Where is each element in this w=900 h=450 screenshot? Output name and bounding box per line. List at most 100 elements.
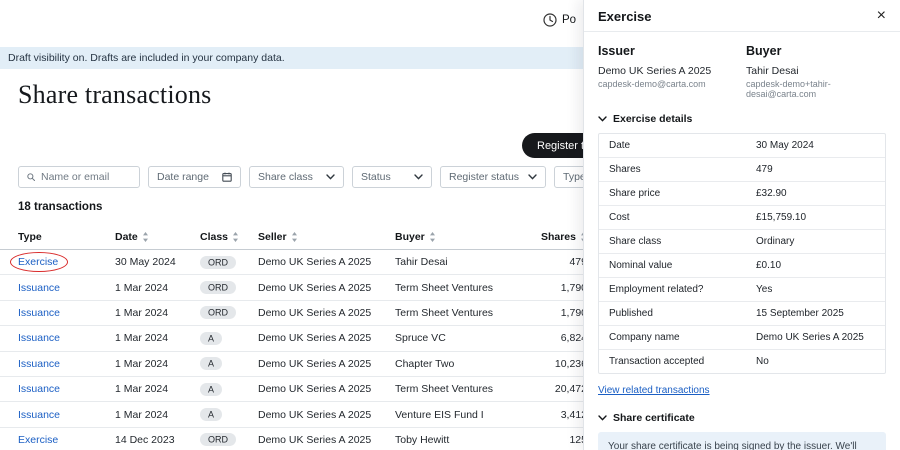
register-status-filter[interactable]: Register status bbox=[440, 166, 546, 188]
share-class-badge: ORD bbox=[200, 281, 236, 294]
detail-label: Published bbox=[599, 302, 746, 325]
detail-row: Share price £32.90 bbox=[599, 181, 885, 205]
buyer-block: Buyer Tahir Desai capdesk-demo+tahir-des… bbox=[746, 44, 886, 99]
transaction-type-link[interactable]: Issuance bbox=[18, 383, 60, 395]
banner-text: Draft visibility on. Drafts are included… bbox=[8, 52, 285, 64]
buyer-name: Tahir Desai bbox=[746, 65, 886, 77]
detail-label: Nominal value bbox=[599, 254, 746, 277]
panel-body: Issuer Demo UK Series A 2025 capdesk-dem… bbox=[584, 32, 900, 450]
transaction-type-link[interactable]: Exercise bbox=[18, 256, 58, 268]
share-certificate-toggle[interactable]: Share certificate bbox=[598, 412, 886, 424]
column-header-date[interactable]: Date bbox=[115, 231, 200, 243]
exercise-details-table: Date 30 May 2024 Shares 479 Share price … bbox=[598, 133, 886, 374]
detail-row: Cost £15,759.10 bbox=[599, 205, 885, 229]
chevron-down-icon bbox=[414, 174, 423, 180]
chevron-down-icon bbox=[528, 174, 537, 180]
panel-title: Exercise bbox=[598, 9, 652, 24]
detail-label: Share price bbox=[599, 182, 746, 205]
app-window: Po Draft visibility on. Drafts are inclu… bbox=[0, 0, 900, 450]
transaction-date: 1 Mar 2024 bbox=[115, 332, 200, 344]
transaction-seller: Demo UK Series A 2025 bbox=[258, 434, 395, 446]
transaction-type-link[interactable]: Issuance bbox=[18, 332, 60, 344]
close-icon[interactable]: × bbox=[877, 8, 886, 24]
search-filter[interactable] bbox=[18, 166, 140, 188]
transaction-type-link[interactable]: Issuance bbox=[18, 282, 60, 294]
date-range-filter[interactable]: Date range bbox=[148, 166, 241, 188]
transaction-shares: 1,790 bbox=[543, 282, 587, 294]
transaction-seller: Demo UK Series A 2025 bbox=[258, 256, 395, 268]
certificate-status-note: Your share certificate is being signed b… bbox=[598, 432, 886, 450]
column-header-class[interactable]: Class bbox=[200, 231, 258, 243]
transaction-shares: 479 bbox=[543, 256, 587, 268]
detail-label: Transaction accepted bbox=[599, 350, 746, 373]
transaction-date: 1 Mar 2024 bbox=[115, 307, 200, 319]
chevron-down-icon bbox=[598, 116, 607, 122]
filters-bar: Date range Share class Status Register s… bbox=[18, 166, 626, 188]
column-header-type: Type bbox=[18, 231, 115, 243]
buyer-email: capdesk-demo+tahir-desai@carta.com bbox=[746, 79, 886, 99]
detail-value: £0.10 bbox=[746, 254, 885, 277]
view-related-transactions-link[interactable]: View related transactions bbox=[598, 385, 710, 396]
transaction-shares: 1,790 bbox=[543, 307, 587, 319]
column-header-shares[interactable]: Shares bbox=[543, 231, 587, 243]
sort-icon[interactable] bbox=[232, 232, 239, 242]
detail-row: Company name Demo UK Series A 2025 bbox=[599, 325, 885, 349]
detail-value: Yes bbox=[746, 278, 885, 301]
detail-row: Share class Ordinary bbox=[599, 229, 885, 253]
transaction-seller: Demo UK Series A 2025 bbox=[258, 307, 395, 319]
transaction-buyer: Toby Hewitt bbox=[395, 434, 543, 446]
detail-row: Transaction accepted No bbox=[599, 349, 885, 373]
detail-value: No bbox=[746, 350, 885, 373]
column-header-seller[interactable]: Seller bbox=[258, 231, 395, 243]
clock-icon bbox=[543, 13, 557, 27]
transaction-date: 1 Mar 2024 bbox=[115, 409, 200, 421]
transaction-shares: 125 bbox=[543, 434, 587, 446]
exercise-details-toggle[interactable]: Exercise details bbox=[598, 113, 886, 125]
detail-label: Company name bbox=[599, 326, 746, 349]
transaction-seller: Demo UK Series A 2025 bbox=[258, 383, 395, 395]
sort-icon[interactable] bbox=[291, 232, 298, 242]
transaction-type-link[interactable]: Issuance bbox=[18, 307, 60, 319]
share-class-badge: A bbox=[200, 357, 222, 370]
search-input[interactable] bbox=[41, 171, 131, 183]
status-filter-label: Status bbox=[361, 171, 391, 183]
transaction-shares: 20,472 bbox=[543, 383, 587, 395]
detail-value: 15 September 2025 bbox=[746, 302, 885, 325]
transaction-type-link[interactable]: Issuance bbox=[18, 409, 60, 421]
detail-value: 479 bbox=[746, 158, 885, 181]
share-certificate-label: Share certificate bbox=[613, 412, 695, 424]
transaction-buyer: Tahir Desai bbox=[395, 256, 543, 268]
transaction-type-link[interactable]: Issuance bbox=[18, 358, 60, 370]
sort-icon[interactable] bbox=[142, 232, 149, 242]
detail-row: Date 30 May 2024 bbox=[599, 134, 885, 157]
issuer-name: Demo UK Series A 2025 bbox=[598, 65, 746, 77]
detail-value: Ordinary bbox=[746, 230, 885, 253]
detail-label: Cost bbox=[599, 206, 746, 229]
transaction-date: 1 Mar 2024 bbox=[115, 383, 200, 395]
sort-icon[interactable] bbox=[429, 232, 436, 242]
transaction-shares: 3,412 bbox=[543, 409, 587, 421]
exercise-detail-panel: Exercise × Issuer Demo UK Series A 2025 … bbox=[583, 0, 900, 450]
transaction-buyer: Venture EIS Fund I bbox=[395, 409, 543, 421]
transaction-type-link[interactable]: Exercise bbox=[18, 434, 58, 446]
share-class-filter[interactable]: Share class bbox=[249, 166, 344, 188]
share-class-badge: A bbox=[200, 332, 222, 345]
calendar-icon bbox=[222, 172, 232, 182]
search-icon bbox=[27, 172, 35, 182]
transaction-seller: Demo UK Series A 2025 bbox=[258, 332, 395, 344]
detail-row: Nominal value £0.10 bbox=[599, 253, 885, 277]
transaction-buyer: Spruce VC bbox=[395, 332, 543, 344]
transaction-buyer: Chapter Two bbox=[395, 358, 543, 370]
register-status-filter-label: Register status bbox=[449, 171, 519, 183]
transaction-seller: Demo UK Series A 2025 bbox=[258, 282, 395, 294]
page-title: Share transactions bbox=[18, 80, 211, 110]
portfolio-nav-item[interactable]: Po bbox=[543, 13, 576, 27]
status-filter[interactable]: Status bbox=[352, 166, 432, 188]
detail-label: Shares bbox=[599, 158, 746, 181]
transaction-buyer: Term Sheet Ventures bbox=[395, 307, 543, 319]
parties-section: Issuer Demo UK Series A 2025 capdesk-dem… bbox=[598, 44, 886, 99]
column-header-buyer[interactable]: Buyer bbox=[395, 231, 543, 243]
transaction-seller: Demo UK Series A 2025 bbox=[258, 409, 395, 421]
issuer-email: capdesk-demo@carta.com bbox=[598, 79, 746, 89]
share-class-badge: ORD bbox=[200, 256, 236, 269]
